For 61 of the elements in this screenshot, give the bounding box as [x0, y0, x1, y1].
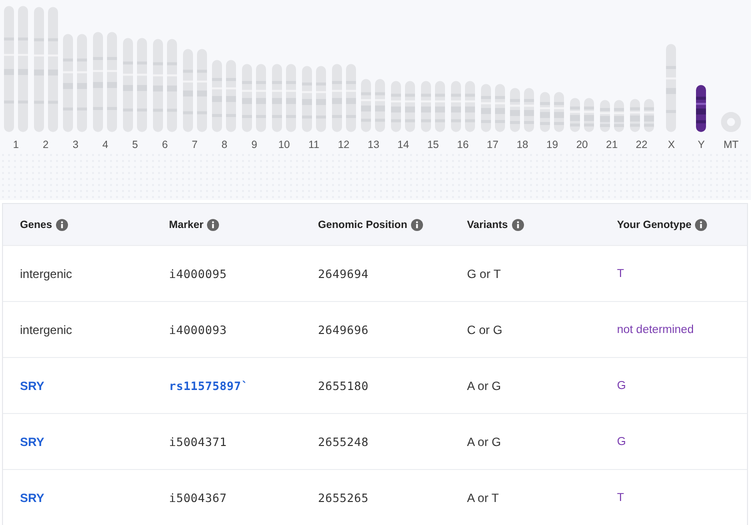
- gene-cell: intergenic: [20, 266, 72, 280]
- info-icon[interactable]: [512, 218, 524, 230]
- position-cell: 2655180: [318, 378, 369, 392]
- chromosome-drawing[interactable]: [696, 85, 706, 132]
- chromosome-label: 4: [102, 138, 108, 152]
- chromosome-label: Y: [698, 138, 705, 152]
- gene-link[interactable]: SRY: [20, 490, 44, 504]
- info-icon[interactable]: [56, 218, 68, 230]
- variants-cell: A or G: [467, 378, 502, 392]
- marker-cell: i5004367: [169, 490, 227, 504]
- info-icon[interactable]: [411, 218, 424, 230]
- info-icon[interactable]: [695, 218, 708, 230]
- position-cell: 2649694: [318, 266, 369, 280]
- chromosome-label: 5: [132, 138, 138, 152]
- genotype-cell: G: [617, 380, 626, 392]
- chromosome-label: 12: [338, 138, 350, 152]
- chromosome-label: 9: [251, 138, 258, 152]
- chromosome-label: MT: [723, 138, 739, 152]
- column-header: Marker: [169, 218, 204, 230]
- marker-cell: i4000095: [169, 266, 227, 280]
- chromosome-label: 22: [636, 138, 648, 152]
- variants-cell: C or G: [467, 322, 502, 336]
- variants-cell: A or T: [467, 490, 499, 504]
- variants-cell: A or G: [467, 434, 502, 448]
- chromosome-label: 18: [516, 138, 528, 152]
- chromosome-label: 2: [42, 138, 49, 152]
- chromosome-label: 11: [308, 138, 320, 152]
- chromosome-label: 7: [192, 138, 198, 152]
- chromosome-label: 17: [486, 138, 498, 152]
- chromosome-label: 15: [427, 138, 439, 152]
- chromosome-label: 13: [368, 138, 380, 152]
- chromosome-label: 16: [457, 138, 469, 152]
- genotype-cell: T: [617, 492, 624, 504]
- gene-link[interactable]: SRY: [20, 378, 44, 392]
- info-icon[interactable]: [207, 218, 220, 230]
- chromosome-label: 19: [546, 138, 558, 152]
- genotype-cell: T: [617, 268, 624, 280]
- chromosome-label: 6: [162, 138, 168, 152]
- chromosome-label: X: [668, 138, 675, 152]
- column-header: Your Genotype: [617, 218, 692, 230]
- position-cell: 2655248: [318, 434, 369, 448]
- marker-cell: i5004371: [169, 434, 227, 448]
- genotype-cell: not determined: [617, 324, 694, 336]
- position-cell: 2655265: [318, 490, 369, 504]
- position-cell: 2649696: [318, 322, 369, 336]
- marker-cell: i4000093: [169, 322, 227, 336]
- chromosome-label: 1: [12, 138, 19, 152]
- gene-cell: intergenic: [20, 322, 72, 336]
- chromosome-label: 14: [397, 138, 410, 152]
- column-header: Genomic Position: [318, 218, 408, 230]
- genotype-cell: G: [617, 436, 626, 448]
- chromosome-label: 10: [278, 138, 290, 152]
- variants-cell: G or T: [467, 266, 501, 280]
- column-header: Variants: [467, 218, 508, 230]
- chromosome-label: 8: [222, 138, 228, 152]
- gene-link[interactable]: SRY: [20, 434, 44, 448]
- chromosome-label: 21: [606, 138, 618, 152]
- chromosome-label: 20: [576, 138, 588, 152]
- marker-link[interactable]: rs11575897`: [169, 378, 248, 392]
- column-header: Genes: [20, 218, 52, 230]
- chromosome-label: 3: [72, 138, 78, 152]
